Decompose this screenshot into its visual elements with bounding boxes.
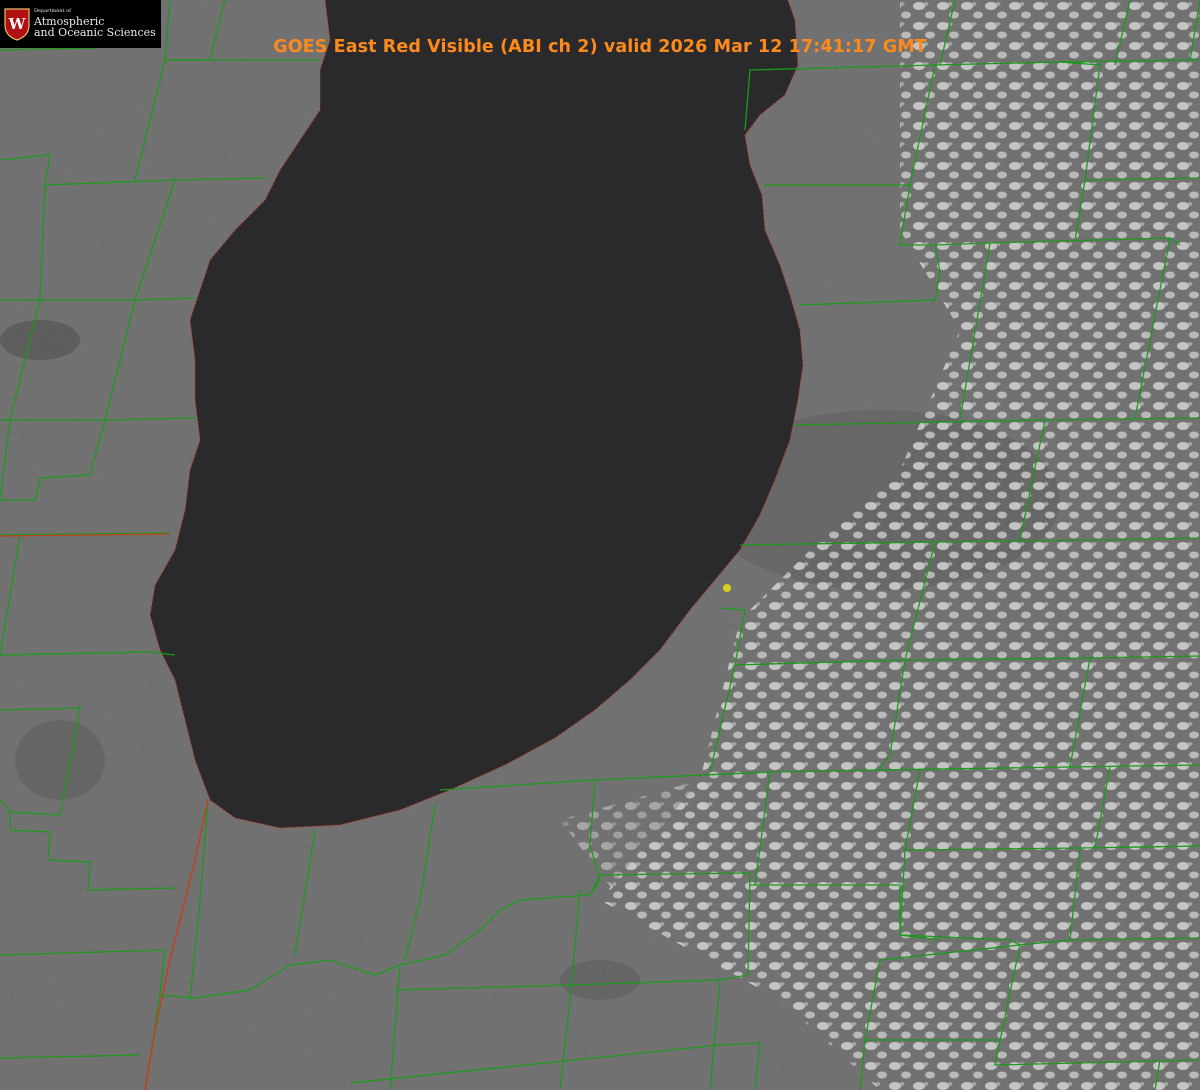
uw-shield-icon: W xyxy=(4,8,30,41)
image-title: GOES East Red Visible (ABI ch 2) valid 2… xyxy=(273,37,927,57)
station-point xyxy=(723,584,731,592)
shield-letter: W xyxy=(8,15,27,33)
logo-dept: Department of xyxy=(34,8,71,15)
satellite-map xyxy=(0,0,1200,1090)
logo-text: Department of Atmospheric and Oceanic Sc… xyxy=(34,8,156,39)
